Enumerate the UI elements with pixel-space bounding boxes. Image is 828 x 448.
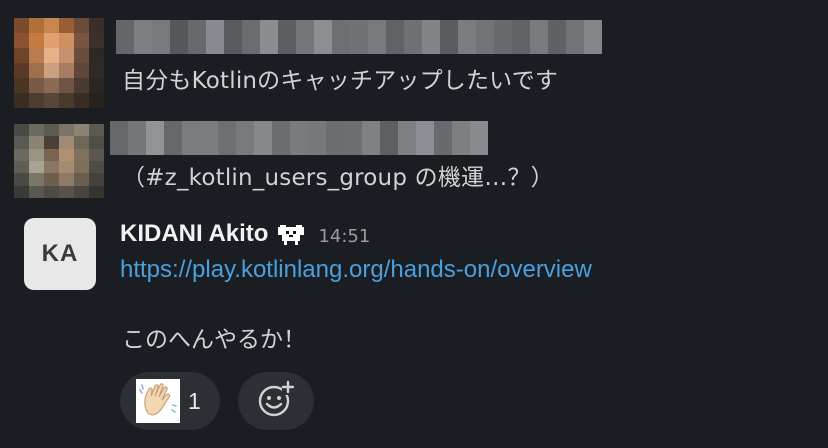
author-name-redacted[interactable]	[110, 121, 488, 155]
message-pane: 自分もKotlinのキャッチアップしたいです （#z_kotlin_users_…	[0, 0, 828, 448]
avatar[interactable]: KA	[24, 218, 96, 290]
message-text: 自分もKotlinのキャッチアップしたいです	[122, 68, 559, 94]
avatar[interactable]	[14, 124, 104, 198]
message-link[interactable]: https://play.kotlinlang.org/hands-on/ove…	[120, 256, 592, 284]
avatar[interactable]	[14, 18, 104, 108]
add-reaction-button[interactable]	[238, 372, 314, 430]
message-text: （#z_kotlin_users_group の機運…？）	[122, 165, 554, 191]
timestamp[interactable]: 14:51	[318, 226, 370, 247]
reaction-pill[interactable]: 1	[120, 372, 220, 430]
author-name-redacted[interactable]	[116, 20, 602, 54]
waving-hand-icon	[136, 379, 180, 423]
author-name[interactable]: KIDANI Akito	[120, 220, 268, 248]
message-text: このへんやるか！	[122, 327, 306, 353]
message-header: KIDANI Akito 14:51	[120, 216, 370, 252]
dog-emoji-icon[interactable]	[276, 221, 306, 247]
reaction-count: 1	[188, 387, 201, 414]
add-emoji-icon	[256, 379, 296, 423]
